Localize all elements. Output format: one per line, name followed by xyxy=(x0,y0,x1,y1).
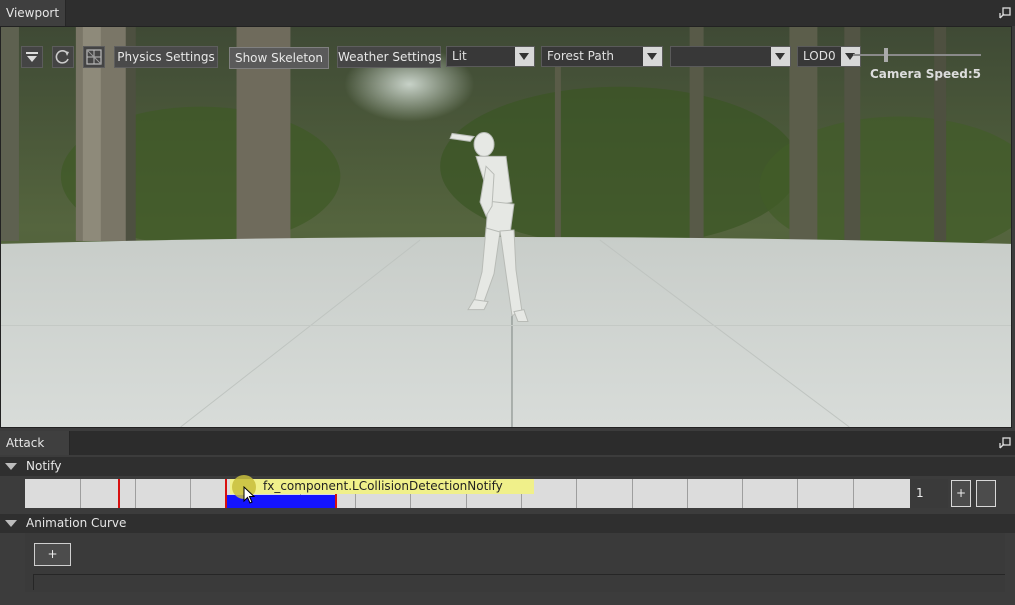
lod-value: LOD0 xyxy=(803,49,836,63)
track-cell xyxy=(688,479,743,508)
grid-icon xyxy=(86,49,102,65)
track-cell xyxy=(798,479,854,508)
track-cell xyxy=(577,479,633,508)
chevron-down-icon xyxy=(771,47,790,66)
lod-select[interactable]: LOD0 xyxy=(797,46,861,67)
physics-settings-button[interactable]: Physics Settings xyxy=(114,46,218,68)
show-skeleton-button[interactable]: Show Skeleton xyxy=(229,47,329,69)
chevron-down-icon xyxy=(841,47,860,66)
add-curve-button[interactable]: + xyxy=(34,543,71,566)
forest-scene xyxy=(1,27,1011,427)
dock-icon[interactable] xyxy=(999,437,1011,449)
curve-track[interactable] xyxy=(33,574,1005,590)
track-cell xyxy=(633,479,688,508)
shading-mode-select[interactable]: Lit xyxy=(446,46,535,67)
dock-icon[interactable] xyxy=(999,7,1011,19)
remove-notify-track-button[interactable] xyxy=(976,480,996,507)
track-count: 1 xyxy=(910,479,948,508)
notify-section-header[interactable]: Notify xyxy=(0,457,1015,476)
environment-value: Forest Path xyxy=(547,49,615,63)
view-options-button[interactable] xyxy=(21,46,43,68)
empty-select[interactable] xyxy=(670,46,791,67)
chevron-down-icon xyxy=(515,47,534,66)
camera-speed-slider[interactable] xyxy=(853,54,981,56)
chevron-down-icon xyxy=(643,47,662,66)
dropdown-triangle-icon xyxy=(26,52,38,62)
notify-label[interactable]: fx_component.LCollisionDetectionNotify xyxy=(230,479,534,494)
notify-header-label: Notify xyxy=(26,459,62,473)
animation-curve-section-header[interactable]: Animation Curve xyxy=(0,514,1015,533)
mouse-cursor-icon xyxy=(243,486,256,504)
weather-settings-button[interactable]: Weather Settings xyxy=(337,46,442,68)
shading-mode-value: Lit xyxy=(452,49,467,63)
viewport-tabbar: Viewport xyxy=(0,0,1015,26)
camera-speed-slider-handle[interactable] xyxy=(884,48,888,62)
editor-window: Viewport Physics Settings Show Skeleton … xyxy=(0,0,1015,605)
collapse-arrow-icon xyxy=(5,520,17,527)
animation-curve-header-label: Animation Curve xyxy=(26,516,127,530)
environment-select[interactable]: Forest Path xyxy=(541,46,663,67)
camera-speed-label: Camera Speed:5 xyxy=(870,67,981,81)
track-cell xyxy=(25,479,81,508)
track-cell xyxy=(136,479,191,508)
tab-viewport[interactable]: Viewport xyxy=(0,0,67,26)
grid-toggle-button[interactable] xyxy=(83,46,105,68)
tab-attack[interactable]: Attack xyxy=(0,431,70,455)
playhead-marker[interactable] xyxy=(118,479,120,508)
attack-tabbar: Attack xyxy=(0,431,1015,455)
collapse-arrow-icon xyxy=(5,463,17,470)
refresh-button[interactable] xyxy=(52,46,74,68)
add-notify-track-button[interactable]: + xyxy=(951,480,971,507)
viewport[interactable]: Physics Settings Show Skeleton Weather S… xyxy=(0,26,1012,428)
track-cell xyxy=(743,479,798,508)
refresh-icon xyxy=(55,50,69,64)
track-cell xyxy=(81,479,136,508)
track-cell xyxy=(854,479,910,508)
